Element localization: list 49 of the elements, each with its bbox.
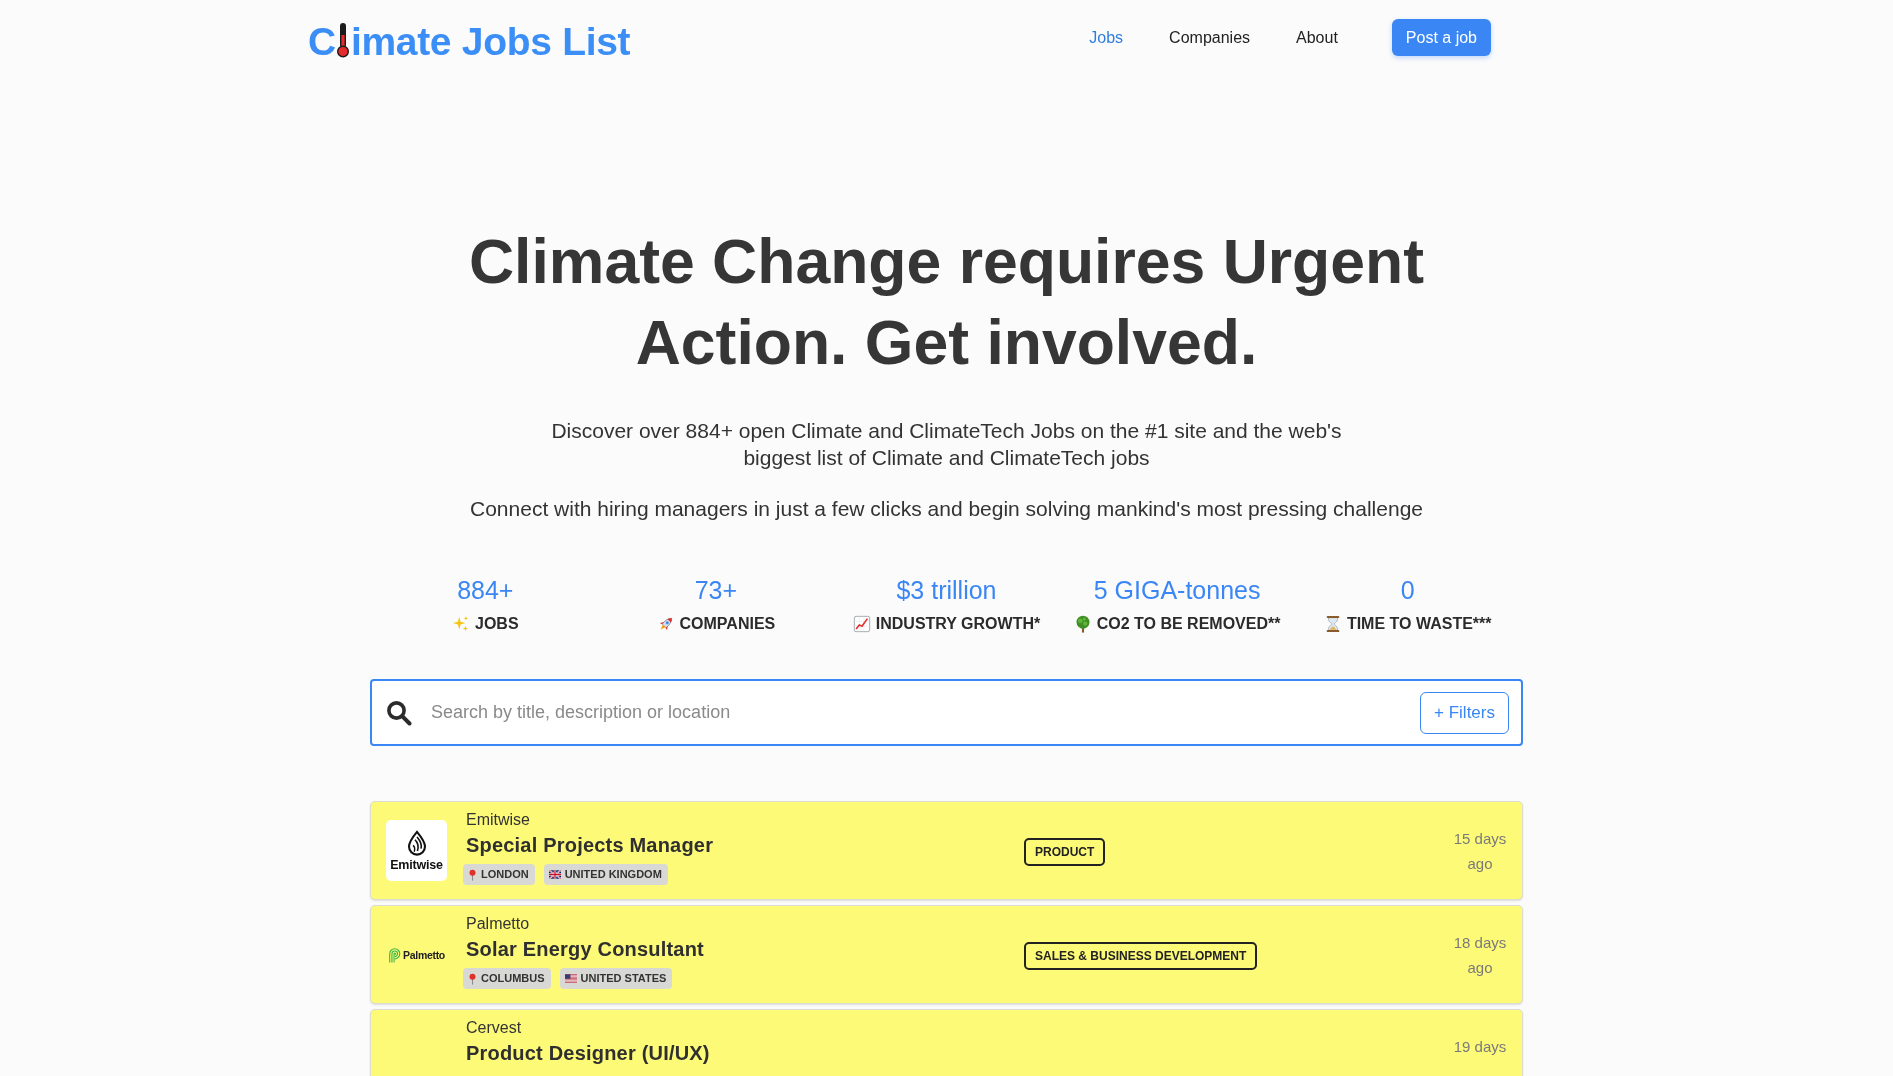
arcs-icon: [388, 946, 401, 963]
stat-label: TIME TO WASTE***: [1346, 614, 1492, 634]
category-tag: SALES & BUSINESS DEVELOPMENT: [1024, 941, 1258, 970]
stat-value: 5 GIGA-tonnes: [1093, 575, 1261, 606]
search-bar[interactable]: Search by title, description or location + Filters: [370, 679, 1523, 746]
job-title: Solar Energy Consultant: [466, 937, 704, 962]
posted-date: 18 days ago: [1452, 933, 1508, 978]
stat-value: 73+: [694, 575, 738, 606]
stat-label: INDUSTRY GROWTH*: [875, 614, 1041, 634]
company-name: Palmetto: [466, 914, 530, 934]
stat-label: JOBS: [475, 614, 519, 634]
location-text: LONDON: [481, 867, 529, 882]
company-name: Emitwise: [466, 810, 530, 830]
job-title: Product Designer (UI/UX): [466, 1041, 710, 1066]
logo-text: Palmetto: [403, 948, 445, 961]
pin-icon: [468, 972, 477, 985]
hero-intro: Discover over 884+ open Climate and ClimateTech Jobs on the #1 site and the web's biggest list of Climate and ClimateTech jobs: [550, 418, 1343, 471]
stat-value: $3 trillion: [896, 575, 997, 606]
thermometer-icon: [335, 22, 350, 58]
location-text: UNITED STATES: [580, 971, 667, 986]
stat-value: 0: [1400, 575, 1415, 606]
stat-label: CO2 TO BE REMOVED**: [1096, 614, 1281, 634]
posted-date: 19 days: [1452, 1037, 1508, 1057]
stat-value: 884+: [457, 575, 514, 606]
chart-icon: [852, 615, 871, 633]
sparkle-icon: [452, 615, 470, 633]
nav-link[interactable]: Companies: [1169, 28, 1251, 47]
location-text: UNITED KINGDOM: [564, 867, 662, 882]
posted-date: 15 days ago: [1452, 829, 1508, 874]
flag-icon: [548, 870, 561, 879]
flag-icon: [564, 974, 577, 983]
company-name: Cervest: [466, 1018, 522, 1038]
nav-link[interactable]: About: [1296, 28, 1338, 47]
stat-label: COMPANIES: [679, 614, 776, 634]
post-job-button[interactable]: Post a job: [1391, 19, 1491, 56]
job-card[interactable]: Cervest Product Designer (UI/UX) 19 days: [370, 1009, 1523, 1076]
job-card[interactable]: Palmetto Palmetto Solar Energy Consultant COLUMBUS UNITED STATES SALES & BUSINESS DEVELOPMENT 18 days ago: [370, 905, 1523, 1004]
filters-button[interactable]: + Filters: [1420, 691, 1509, 734]
hero-tagline: Connect with hiring managers in just a few clicks and begin solving mankind's most pressing challenge: [469, 496, 1424, 522]
job-card[interactable]: Emitwise Emitwise Special Projects Manager LONDON UNITED KINGDOM PRODUCT 15 days ago: [370, 801, 1523, 900]
search-icon: [386, 699, 412, 726]
job-title: Special Projects Manager: [466, 833, 714, 858]
pin-icon: [468, 868, 477, 881]
category-tag: PRODUCT: [1024, 837, 1106, 866]
nav-link[interactable]: Jobs: [1089, 28, 1124, 47]
location-text: COLUMBUS: [481, 971, 545, 986]
search-input[interactable]: Search by title, description or location: [431, 697, 1407, 728]
hero-title: Climate Change requires Urgent Action. Get involved.: [467, 225, 1426, 379]
logo-text: Emitwise: [390, 857, 443, 872]
